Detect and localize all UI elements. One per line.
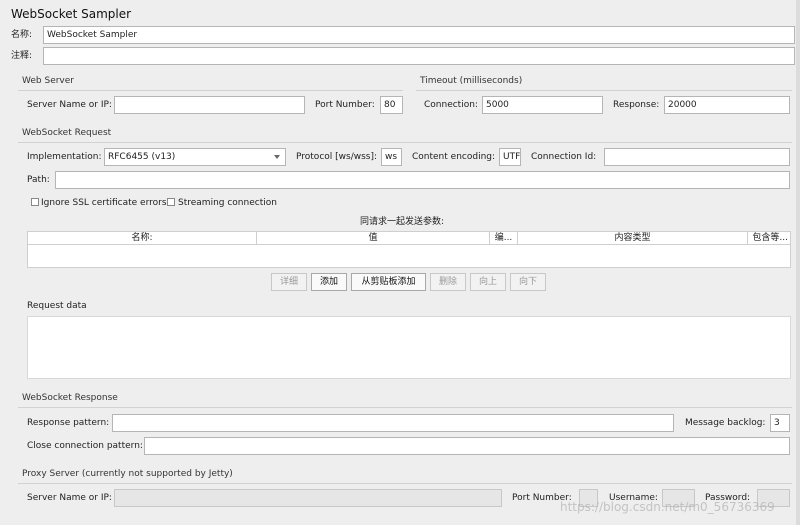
delete-button[interactable]: 删除 [430, 273, 466, 291]
params-table-header: 名称: 值 编... 内容类型 包含等... [27, 231, 791, 245]
content-encoding-label: Content encoding: [412, 152, 496, 162]
response-divider [18, 407, 792, 408]
response-timeout-input[interactable]: 20000 [664, 96, 790, 114]
move-down-button[interactable]: 向下 [510, 273, 546, 291]
server-name-input[interactable] [114, 96, 305, 114]
detail-button[interactable]: 详细 [271, 273, 307, 291]
column-header-name[interactable]: 名称: [28, 232, 257, 244]
protocol-input[interactable]: ws [381, 148, 402, 166]
response-pattern-input[interactable] [112, 414, 674, 432]
column-header-value[interactable]: 值 [257, 232, 490, 244]
streaming-checkbox[interactable] [167, 198, 175, 206]
column-header-encode[interactable]: 编... [490, 232, 518, 244]
web-server-section-title: Web Server [22, 76, 74, 86]
proxy-divider [18, 483, 792, 484]
message-backlog-label: Message backlog: [685, 418, 766, 428]
web-server-divider [18, 90, 403, 91]
request-section-title: WebSocket Request [22, 128, 112, 138]
path-label: Path: [27, 175, 50, 185]
proxy-server-label: Server Name or IP: [27, 493, 112, 503]
path-input[interactable] [55, 171, 790, 189]
implementation-select[interactable]: RFC6455 (v13) [104, 148, 286, 166]
column-header-include-equals[interactable]: 包含等... [748, 232, 790, 244]
window-right-border [796, 0, 800, 525]
connection-id-label: Connection Id: [531, 152, 597, 162]
proxy-server-input [114, 489, 502, 507]
add-from-clipboard-button[interactable]: 从剪贴板添加 [351, 273, 426, 291]
close-pattern-input[interactable] [144, 437, 790, 455]
comment-field[interactable] [43, 47, 795, 65]
connection-timeout-input[interactable]: 5000 [482, 96, 603, 114]
connection-timeout-label: Connection: [424, 100, 478, 110]
move-up-button[interactable]: 向上 [470, 273, 506, 291]
port-number-label: Port Number: [315, 100, 375, 110]
implementation-value: RFC6455 (v13) [108, 152, 176, 162]
comment-label: 注释: [11, 51, 33, 61]
connection-id-input[interactable] [604, 148, 790, 166]
params-table-body[interactable] [27, 245, 791, 268]
response-section-title: WebSocket Response [22, 393, 118, 403]
add-button[interactable]: 添加 [311, 273, 347, 291]
close-pattern-label: Close connection pattern: [27, 441, 143, 451]
content-encoding-input[interactable]: UTF [499, 148, 521, 166]
message-backlog-input[interactable]: 3 [770, 414, 790, 432]
proxy-section-title: Proxy Server (currently not supported by… [22, 469, 233, 479]
port-number-input[interactable]: 80 [380, 96, 403, 114]
timeout-divider [416, 90, 792, 91]
request-data-textarea[interactable] [27, 316, 791, 379]
column-header-content-type[interactable]: 内容类型 [518, 232, 748, 244]
page-title: WebSocket Sampler [11, 7, 132, 21]
params-caption: 同请求一起发送参数: [360, 217, 445, 227]
watermark-text: https://blog.csdn.net/m0_56736369 [560, 500, 775, 514]
request-data-label: Request data [27, 301, 87, 311]
protocol-label: Protocol [ws/wss]: [296, 152, 378, 162]
ignore-ssl-checkbox[interactable] [31, 198, 39, 206]
response-timeout-label: Response: [613, 100, 660, 110]
ignore-ssl-label: Ignore SSL certificate errors [41, 198, 167, 208]
name-label: 名称: [11, 30, 33, 40]
response-pattern-label: Response pattern: [27, 418, 110, 428]
name-field[interactable]: WebSocket Sampler [43, 26, 795, 44]
streaming-label: Streaming connection [178, 198, 277, 208]
server-name-label: Server Name or IP: [27, 100, 112, 110]
implementation-label: Implementation: [27, 152, 102, 162]
timeout-section-title: Timeout (milliseconds) [420, 76, 523, 86]
request-divider [18, 142, 792, 143]
chevron-down-icon [274, 155, 280, 159]
